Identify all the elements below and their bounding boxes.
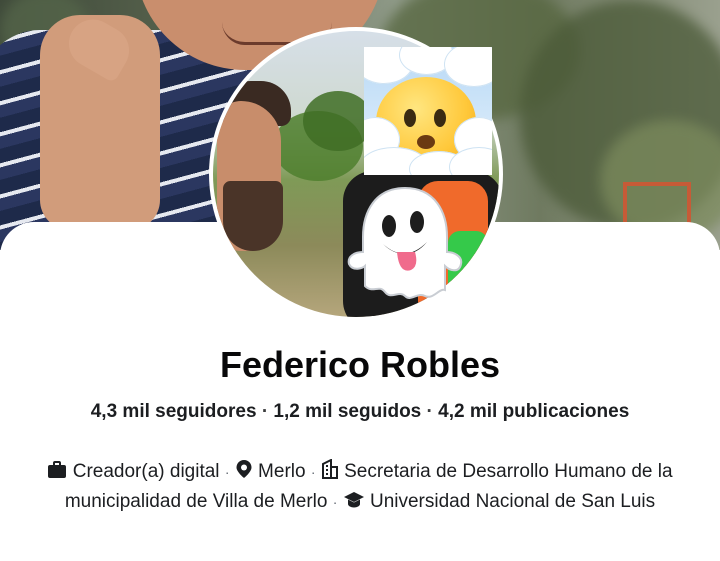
- detail-separator: ·: [310, 464, 316, 480]
- stats-separator: ·: [426, 401, 433, 422]
- playground-frame: [623, 182, 691, 226]
- posts-count[interactable]: 4,2 mil publicaciones: [438, 401, 629, 422]
- ghost-emoji: [347, 186, 463, 299]
- face-in-clouds-emoji: [364, 47, 492, 175]
- detail-separator: ·: [224, 464, 230, 480]
- followers-count[interactable]: 4,3 mil seguidores: [91, 401, 257, 422]
- stats-separator: ·: [261, 401, 269, 422]
- graduation-cap-icon: [343, 490, 365, 518]
- office-building-icon: [321, 458, 339, 488]
- profile-stats: 4,3 mil seguidores · 1,2 mil seguidos · …: [0, 397, 720, 427]
- following-count[interactable]: 1,2 mil seguidos: [273, 401, 421, 422]
- detail-education[interactable]: Universidad Nacional de San Luis: [370, 491, 655, 512]
- detail-location[interactable]: Merlo: [258, 461, 306, 482]
- location-pin-icon: [235, 459, 253, 488]
- profile-page: Federico Robles 4,3 mil seguidores · 1,2…: [0, 0, 720, 561]
- detail-separator: ·: [332, 494, 338, 510]
- thumb: [60, 10, 138, 84]
- profile-name: Federico Robles: [219, 344, 501, 385]
- detail-occupation: Creador(a) digital: [72, 461, 220, 482]
- profile-details: Creador(a) digital · Merlo · Secretaria …: [16, 458, 704, 518]
- briefcase-icon: [47, 460, 67, 488]
- thumbs-up-hand: [40, 10, 160, 230]
- man-beard: [223, 181, 283, 251]
